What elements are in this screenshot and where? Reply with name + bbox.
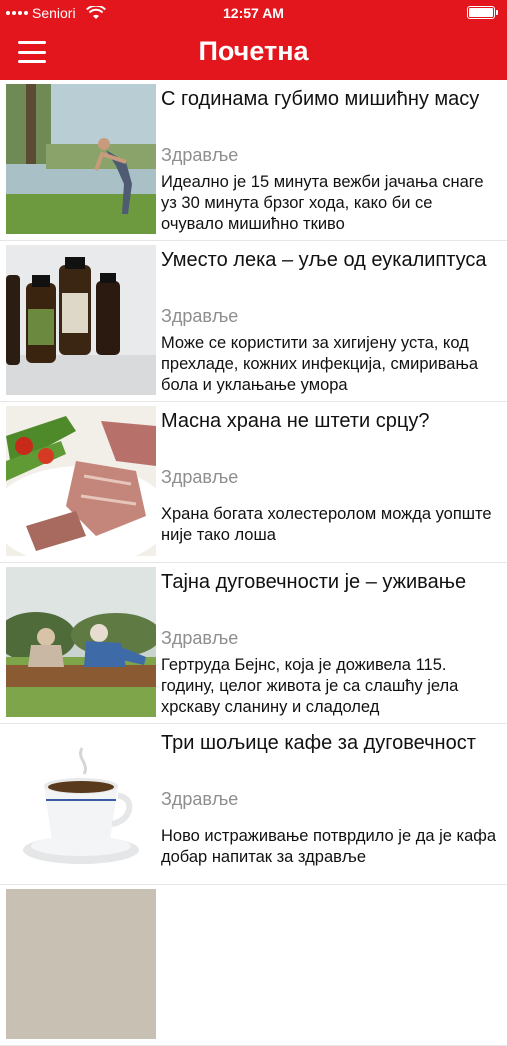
article-excerpt: Храна богата холестеролом можда уопште н… bbox=[161, 505, 492, 544]
article-title[interactable]: Тајна дуговечности је – уживање bbox=[161, 569, 499, 621]
article-title[interactable] bbox=[161, 891, 499, 943]
article-excerpt: Ново истраживање потврдило је да је кафа… bbox=[161, 827, 497, 866]
battery-icon bbox=[467, 6, 498, 19]
article-list: С годинама губимо мишићну масу Здравље И… bbox=[0, 80, 507, 1046]
article-text: Масна храна не штети срцу? Здравље Храна… bbox=[161, 408, 499, 546]
article-excerpt: Идеално је 15 минута вежби јачања снаге … bbox=[161, 173, 484, 233]
article-title[interactable]: Масна храна не штети срцу? bbox=[161, 408, 499, 460]
article-item[interactable]: Масна храна не штети срцу? Здравље Храна… bbox=[0, 402, 507, 563]
article-thumbnail-exercise[interactable] bbox=[6, 84, 156, 234]
status-bar: Seniori 12:57 AM bbox=[0, 0, 507, 28]
article-excerpt: Може се користити за хигијену уста, код … bbox=[161, 334, 479, 394]
article-thumbnail-couple-bench[interactable] bbox=[6, 567, 156, 717]
page-title: Почетна bbox=[198, 36, 309, 66]
status-time: 12:57 AM bbox=[223, 5, 284, 21]
article-category: Здравље bbox=[161, 628, 239, 648]
article-category: Здравље bbox=[161, 467, 239, 487]
article-title[interactable]: Уместо лека – уље од еукалиптуса bbox=[161, 247, 499, 299]
article-text: Три шољице кафе за дуговечност Здравље Н… bbox=[161, 730, 499, 868]
article-item[interactable]: Три шољице кафе за дуговечност Здравље Н… bbox=[0, 724, 507, 885]
app-header: Seniori 12:57 AM Почетна bbox=[0, 0, 507, 80]
article-item[interactable]: Тајна дуговечности је – уживање Здравље … bbox=[0, 563, 507, 724]
article-text bbox=[161, 891, 499, 943]
article-item[interactable]: С годинама губимо мишићну масу Здравље И… bbox=[0, 80, 507, 241]
article-text: С годинама губимо мишићну масу Здравље И… bbox=[161, 86, 499, 235]
article-thumbnail-meat-plate[interactable] bbox=[6, 406, 156, 556]
article-title[interactable]: Три шољице кафе за дуговечност bbox=[161, 730, 499, 782]
article-item[interactable] bbox=[0, 885, 507, 1046]
article-text: Тајна дуговечности је – уживање Здравље … bbox=[161, 569, 499, 718]
article-category: Здравље bbox=[161, 306, 239, 326]
article-excerpt: Гертруда Бејнс, која је доживела 115. го… bbox=[161, 656, 459, 716]
article-title[interactable]: С годинама губимо мишићну масу bbox=[161, 86, 499, 138]
article-thumbnail-oil-bottles[interactable] bbox=[6, 245, 156, 395]
article-text: Уместо лека – уље од еукалиптуса Здравље… bbox=[161, 247, 499, 396]
article-category: Здравље bbox=[161, 145, 239, 165]
article-thumbnail-coffee-cup[interactable] bbox=[6, 728, 156, 878]
article-category: Здравље bbox=[161, 789, 239, 809]
article-item[interactable]: Уместо лека – уље од еукалиптуса Здравље… bbox=[0, 241, 507, 402]
article-thumbnail[interactable] bbox=[6, 889, 156, 1039]
